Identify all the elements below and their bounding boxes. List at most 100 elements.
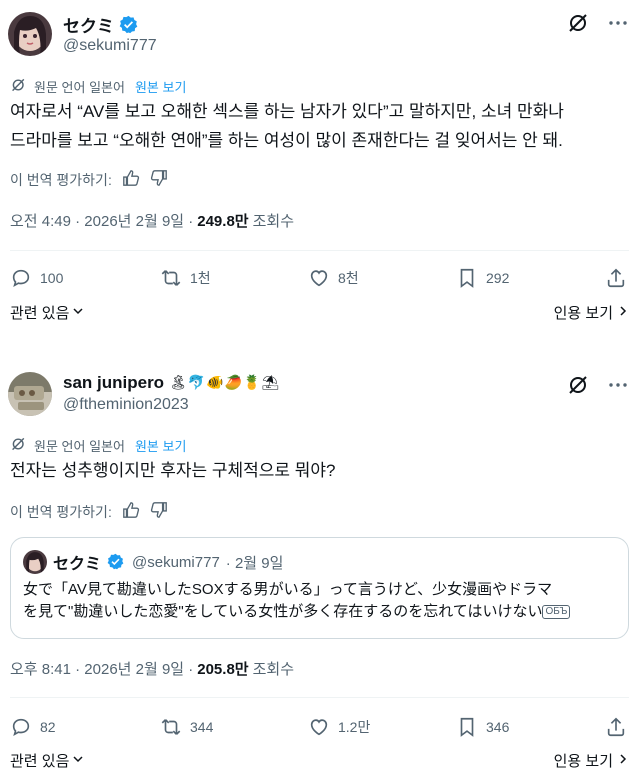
thumbs-down-icon[interactable] [150,501,168,522]
view-quotes-link[interactable]: 인용 보기 [554,750,629,771]
rate-translation-label: 이 번역 평가하기: [10,503,112,520]
chevron-right-icon [617,304,629,322]
show-original-link[interactable]: 원본 보기 [135,77,186,96]
chevron-down-icon [71,304,85,322]
bookmark-icon [460,268,474,288]
view-quotes-link[interactable]: 인용 보기 [554,302,629,323]
related-toggle[interactable]: 관련 있음 [10,750,85,771]
handle[interactable]: @sekumi777 [63,37,157,55]
thumbs-up-icon[interactable] [122,169,140,190]
show-original-link[interactable]: 원본 보기 [135,436,186,455]
tweet-meta: 오후 8:41 · 2026년 2월 9일 · 205.8만 조회수 [10,658,294,679]
tweet-text-line: 드라마를 보고 “오해한 연애”를 하는 여성이 많이 존재한다는 걸 잊어서는… [10,131,563,150]
more-options-icon[interactable] [607,12,629,34]
reply-button[interactable]: 100 [10,267,63,289]
reply-count: 82 [40,719,56,735]
tweet-meta: 오전 4:49 · 2026년 2월 9일 · 249.8만 조회수 [10,210,294,231]
tweet-text: 여자로서 “AV를 보고 오해한 섹스를 하는 남자가 있다”고 말하지만, 소… [10,97,625,155]
more-badge: ОБЪ [542,605,571,620]
reply-button[interactable]: 82 [10,716,56,738]
view-count-label: 조회수 [252,661,294,678]
avatar[interactable] [8,12,52,56]
timestamp[interactable]: 오후 8:41 · 2026년 2월 9일 · [10,658,193,679]
name-emojis: 🏝🐬🐠🥭🍍⛱ [169,375,281,391]
rate-translation-label: 이 번역 평가하기: [10,171,112,188]
view-quotes-label: 인용 보기 [553,305,613,322]
translate-icon [10,77,28,96]
heart-icon [310,270,328,287]
action-bar: 100 1천 8천 292 [10,264,629,292]
related-label: 관련 있음 [10,305,70,322]
bookmark-button[interactable]: 292 [456,267,509,289]
quoted-text-line: 女で「AV見て勘違いしたSOXする男がいる」って言うけど、少女漫画やドラマ [23,581,553,598]
translation-info: 원문 언어 일본어 원본 보기 [10,436,186,455]
bookmark-count: 346 [486,719,510,735]
view-count: 249.8만 [197,213,249,230]
quoted-text-line: を見て"勘違いした恋愛"をしている女性が多く存在するのを忘れてはいけない ОБЪ [23,601,616,623]
grok-icon[interactable] [567,12,589,34]
like-button[interactable]: 8천 [308,267,359,289]
repost-button[interactable]: 1천 [160,267,211,289]
related-label: 관련 있음 [10,753,70,770]
display-name[interactable]: san junipero [63,373,164,393]
more-options-icon[interactable] [607,374,629,396]
tweet-2: san junipero 🏝🐬🐠🥭🍍⛱ @ftheminion2023 원문 언… [0,355,639,777]
quoted-avatar [23,550,47,574]
divider [10,697,629,698]
translation-info: 원문 언어 일본어 원본 보기 [10,77,186,96]
thumbs-down-icon[interactable] [150,169,168,190]
reply-icon [12,718,30,737]
quoted-text-line-2: を見て"勘違いした恋愛"をしている女性が多く存在するのを忘れてはいけない [23,603,543,620]
reply-icon [12,269,30,288]
verified-badge-icon [107,553,126,572]
share-button[interactable] [605,716,627,738]
share-button[interactable] [605,267,627,289]
translated-from-label: 원문 언어 일본어 [34,80,125,95]
view-count-label: 조회수 [252,213,294,230]
tweet-text-line: 여자로서 “AV를 보고 오해한 섹스를 하는 남자가 있다”고 말하지만, 소… [10,102,564,121]
timestamp[interactable]: 오전 4:49 · 2026년 2월 9일 · [10,210,193,231]
translated-from-label: 원문 언어 일본어 [34,439,125,454]
reply-count: 100 [40,270,64,286]
author-name-row[interactable]: セクミ [63,12,138,37]
rate-translation: 이 번역 평가하기: [10,169,168,190]
like-button[interactable]: 1.2만 [308,716,370,738]
quoted-date: · 2월 9일 [225,554,284,572]
quoted-display-name: セクミ [53,556,102,573]
bookmark-icon [460,717,474,737]
translate-icon [10,436,28,455]
chevron-right-icon [617,752,629,770]
action-bar: 82 344 1.2만 346 [10,713,629,741]
share-icon [607,268,625,288]
tweet-1: セクミ @sekumi777 원문 언어 일본어 원본 보기 여자로서 “AV를… [0,0,639,345]
chevron-down-icon [71,752,85,770]
like-count: 1.2만 [338,719,371,735]
verified-badge-icon [119,15,138,34]
related-toggle[interactable]: 관련 있음 [10,302,85,323]
repost-icon [161,719,181,735]
quoted-tweet-header: セクミ @sekumi777 · 2월 9일 [23,550,283,574]
rate-translation: 이 번역 평가하기: [10,501,168,522]
tweet-text-line: 전자는 성추행이지만 후자는 구체적으로 뭐야? [10,461,336,480]
bookmark-button[interactable]: 346 [456,716,509,738]
quoted-tweet-text: 女で「AV見て勘違いしたSOXする男がいる」って言うけど、少女漫画やドラマ を見… [23,579,616,623]
avatar[interactable] [8,372,52,416]
view-quotes-label: 인용 보기 [553,753,613,770]
section-separator [0,345,639,355]
repost-button[interactable]: 344 [160,716,213,738]
author-name-row[interactable]: san junipero 🏝🐬🐠🥭🍍⛱ [63,373,280,393]
tweet-text: 전자는 성추행이지만 후자는 구체적으로 뭐야? [10,456,625,485]
heart-icon [310,719,328,736]
like-count: 8천 [338,270,359,286]
view-count: 205.8만 [197,661,249,678]
repost-count: 1천 [190,270,211,286]
thumbs-up-icon[interactable] [122,501,140,522]
bookmark-count: 292 [486,270,510,286]
divider [10,250,629,251]
share-icon [607,717,625,737]
handle[interactable]: @ftheminion2023 [63,396,189,414]
repost-icon [161,270,181,286]
quoted-tweet-card[interactable]: セクミ @sekumi777 · 2월 9일 女で「AV見て勘違いしたSOXする… [10,537,629,639]
display-name[interactable]: セクミ [63,12,114,37]
grok-icon[interactable] [567,374,589,396]
